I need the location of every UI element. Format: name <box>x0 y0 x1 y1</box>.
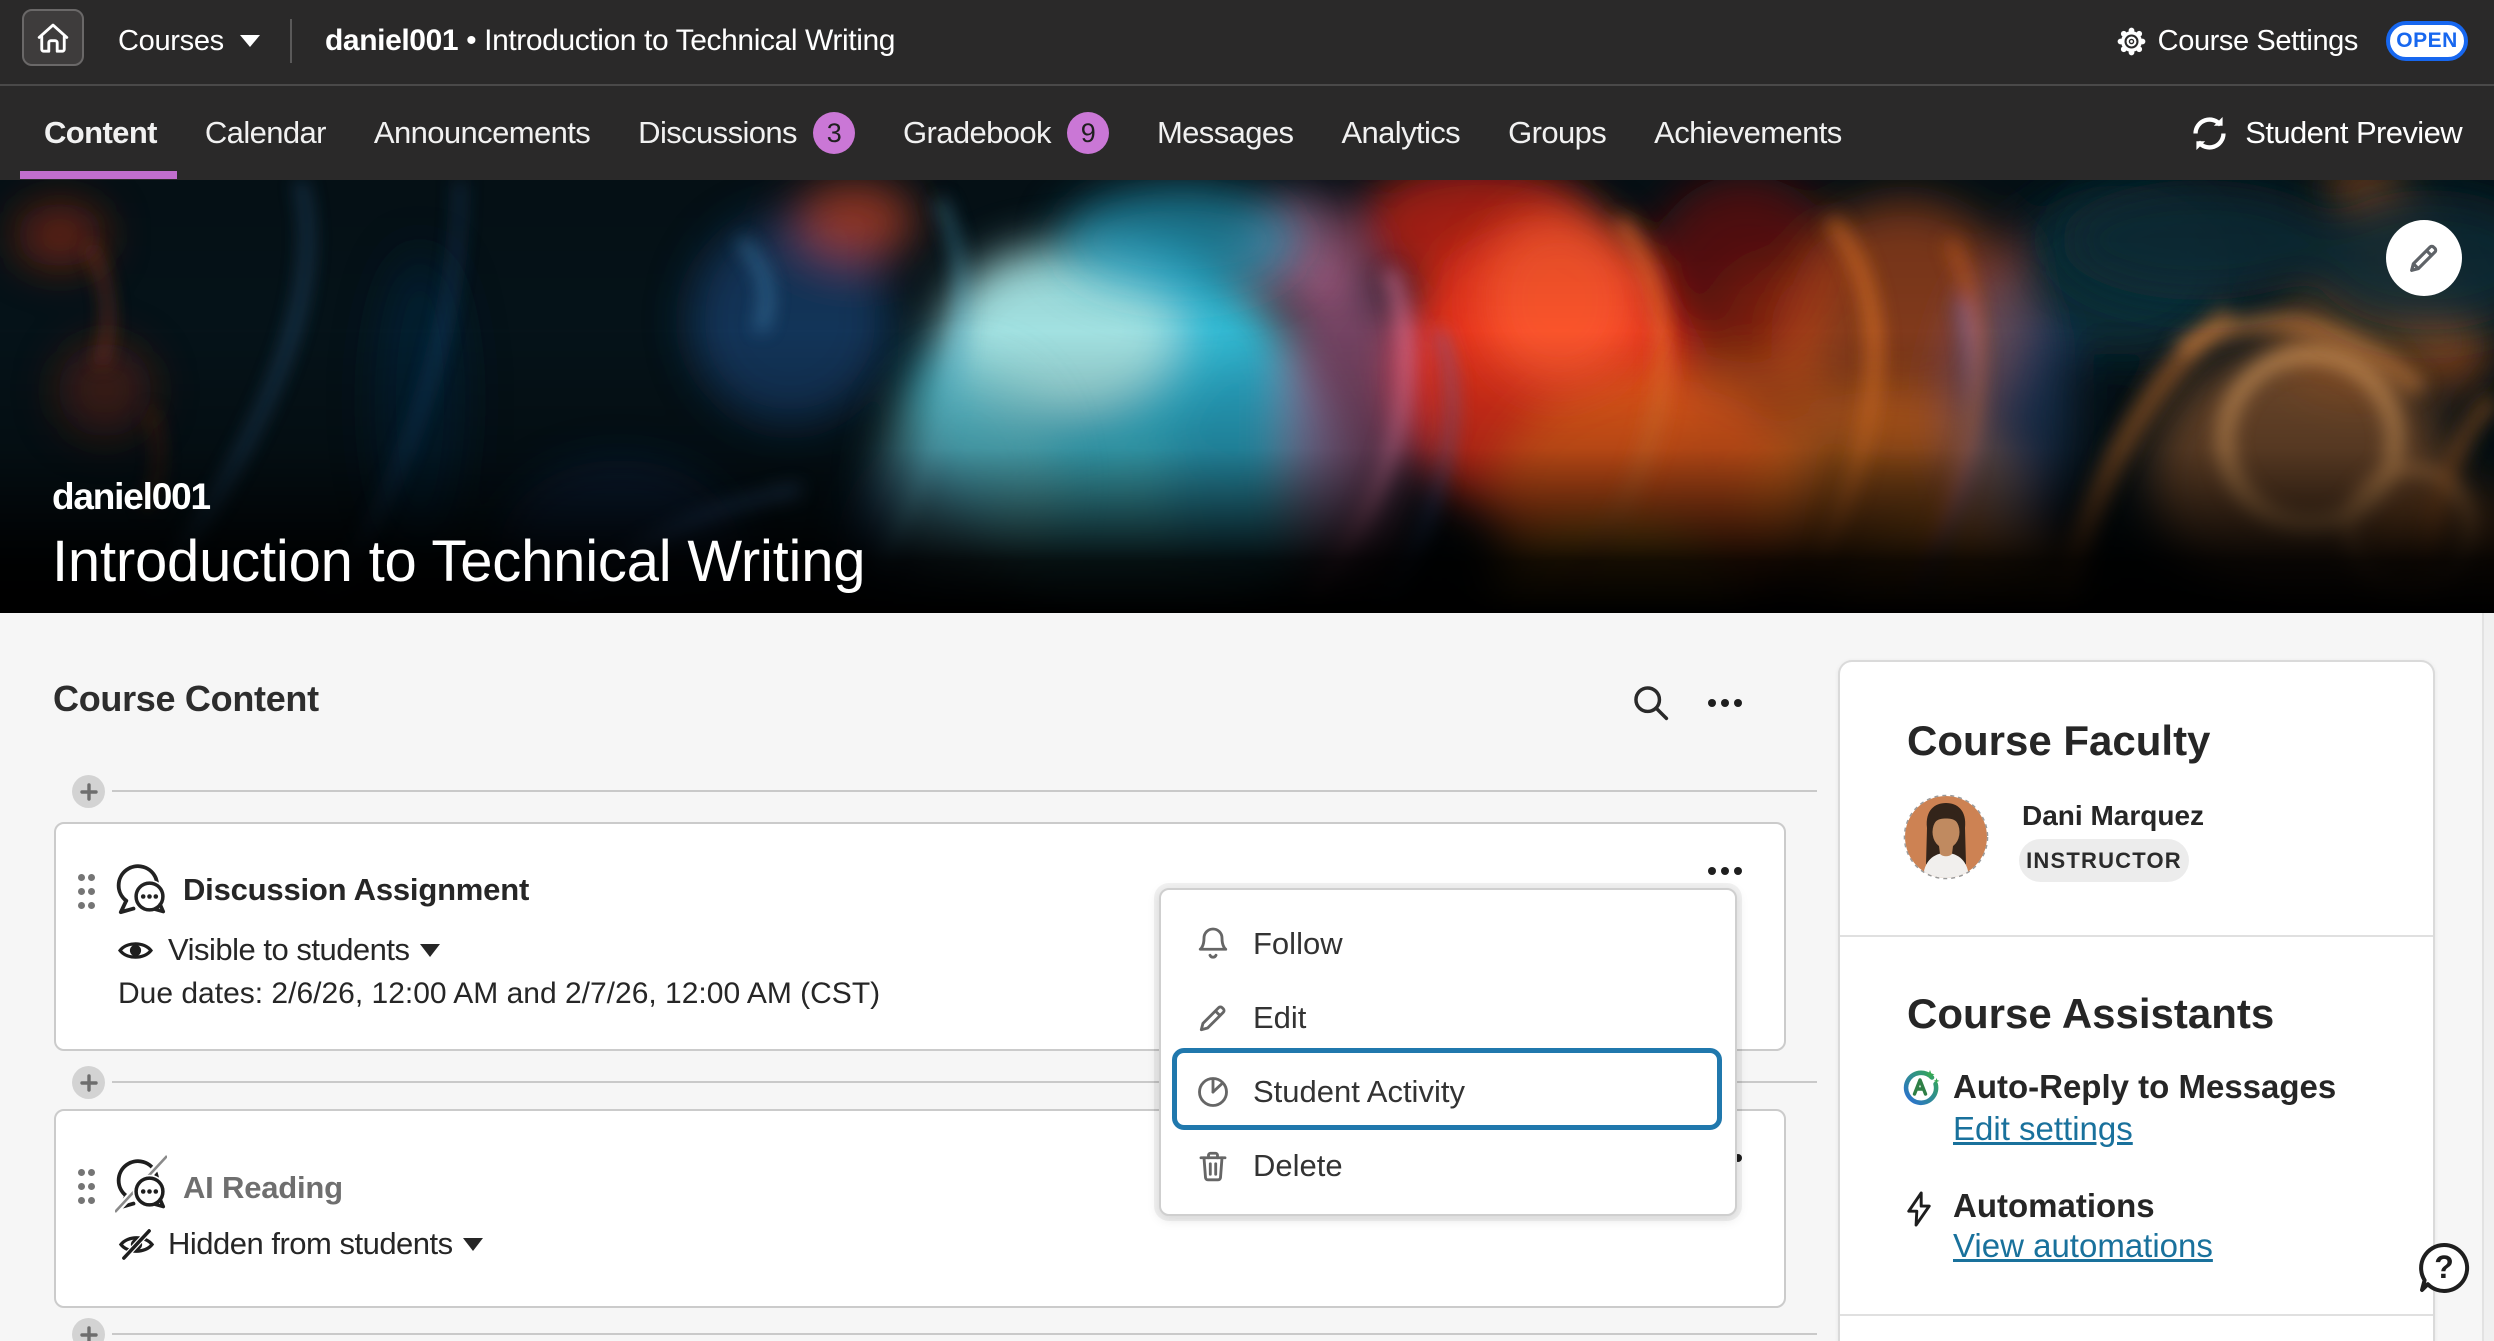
svg-text:?: ? <box>2434 1249 2454 1285</box>
